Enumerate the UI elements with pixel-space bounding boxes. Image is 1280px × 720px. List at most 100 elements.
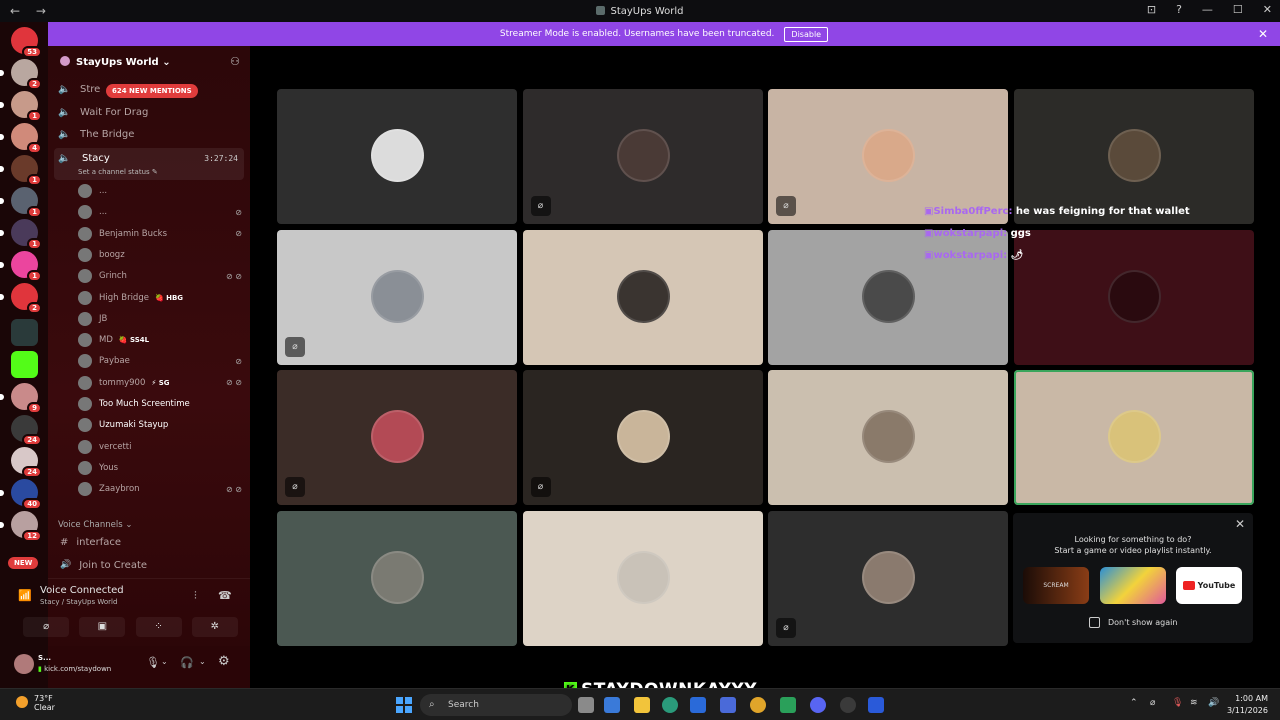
video-tile[interactable]: ⌀	[277, 370, 517, 505]
video-tile[interactable]	[1013, 229, 1254, 365]
volume-icon[interactable]: 🔊	[1208, 698, 1219, 708]
voice-user[interactable]: Yous	[78, 459, 248, 477]
app-icon[interactable]	[720, 697, 736, 713]
chevron-up-icon[interactable]: ⌃	[1130, 698, 1138, 708]
scream-activity-card[interactable]: SCREAM	[1023, 567, 1089, 604]
channel-item[interactable]: # interface	[60, 537, 121, 548]
task-view-icon[interactable]	[578, 697, 594, 713]
checkbox[interactable]	[1089, 617, 1100, 628]
video-tile[interactable]	[522, 229, 763, 365]
voice-user[interactable]: JB	[78, 310, 248, 328]
noise-suppression-icon[interactable]: ⫶	[194, 589, 197, 603]
app-icon[interactable]	[868, 697, 884, 713]
voice-user[interactable]: boogz	[78, 246, 248, 264]
screen-share-icon[interactable]: ▣	[79, 617, 126, 637]
wifi-icon[interactable]: ≋	[1190, 698, 1198, 708]
video-tile[interactable]: ⌀	[768, 510, 1008, 646]
soundboard-icon[interactable]: ✲	[191, 617, 238, 637]
youtube-activity-card[interactable]: YouTube	[1176, 567, 1242, 604]
server-icon[interactable]: 24	[11, 415, 42, 446]
video-tile[interactable]	[522, 510, 763, 646]
chevron-down-icon[interactable]: ⌄	[199, 657, 206, 666]
gear-icon[interactable]: ⚙	[218, 654, 230, 669]
file-explorer-icon[interactable]	[634, 697, 650, 713]
headphones-icon[interactable]: 🎧	[180, 656, 194, 669]
video-tile[interactable]	[1013, 89, 1254, 224]
windows-start-icon[interactable]	[396, 697, 412, 713]
server-icon[interactable]: 9	[11, 383, 42, 414]
microphone-icon[interactable]: 🎙	[146, 656, 160, 669]
minimize-button[interactable]: —	[1202, 3, 1213, 16]
voice-channels-header[interactable]: Voice Channels ⌄	[58, 520, 132, 530]
home-icon[interactable]: 53	[11, 27, 42, 58]
server-icon[interactable]: 1	[11, 155, 42, 186]
help-icon[interactable]: ?	[1176, 3, 1182, 16]
server-icon[interactable]: 24	[11, 447, 42, 478]
close-icon[interactable]: ✕	[1258, 27, 1268, 41]
close-button[interactable]: ✕	[1263, 3, 1272, 16]
voice-user[interactable]: High Bridge 🍓 HBG	[78, 289, 248, 307]
video-tile[interactable]	[277, 510, 517, 646]
voice-user[interactable]: ... ⊘	[78, 203, 248, 221]
channel-item[interactable]: 🔊 Join to Create	[60, 560, 147, 571]
chevron-down-icon[interactable]: ⌄	[161, 657, 168, 666]
store-icon[interactable]	[690, 697, 706, 713]
voice-user[interactable]: Grinch ⊘ ⊘	[78, 267, 248, 285]
server-icon[interactable]: 2	[11, 59, 42, 90]
disconnect-icon[interactable]: ☎	[218, 589, 232, 602]
microphone-icon[interactable]: 🎙	[1172, 698, 1183, 708]
video-tile[interactable]	[277, 89, 517, 224]
server-icon[interactable]: 1	[11, 187, 42, 218]
camera-off-icon[interactable]: ⌀	[23, 617, 70, 637]
clock[interactable]: 1:00 AM 3/11/2026	[1227, 693, 1268, 717]
video-tile[interactable]: ⌀	[277, 229, 517, 365]
video-tile[interactable]: ⌀	[768, 89, 1008, 224]
server-icon[interactable]: 2	[11, 283, 42, 314]
app-icon[interactable]	[840, 697, 856, 713]
active-voice-channel[interactable]: 🔈 Stacy 3:27:24 Set a channel status ✎	[54, 148, 244, 180]
voice-user[interactable]: Benjamin Bucks ⊘	[78, 225, 248, 243]
close-icon[interactable]: ✕	[1235, 517, 1245, 531]
chrome-icon[interactable]	[750, 697, 766, 713]
server-icon[interactable]	[11, 319, 38, 346]
channel-item[interactable]: 🔈 The Bridge	[58, 129, 134, 140]
video-tile[interactable]: ⌀	[522, 370, 763, 505]
discord-icon[interactable]	[810, 697, 826, 713]
voice-user[interactable]: ...	[78, 182, 248, 200]
new-badge[interactable]: NEW	[8, 557, 39, 569]
server-icon[interactable]: 1	[11, 219, 42, 250]
app-icon[interactable]	[604, 697, 620, 713]
channel-item[interactable]: 🔈 Stre	[58, 84, 100, 95]
voice-user[interactable]: Too Much Screentime	[78, 395, 248, 413]
voice-user[interactable]: vercetti	[78, 438, 248, 456]
activities-icon[interactable]: ⁘	[135, 617, 182, 637]
voice-user[interactable]: Uzumaki Stayup	[78, 416, 248, 434]
server-icon[interactable]: 1	[11, 251, 42, 282]
server-icon[interactable]: 40	[11, 479, 42, 510]
avatar[interactable]	[14, 654, 34, 674]
voice-channel-path[interactable]: Stacy / StayUps World	[40, 598, 124, 606]
new-mentions-badge[interactable]: 624 NEW MENTIONS	[106, 84, 198, 98]
voice-user[interactable]: Paybae ⊘	[78, 352, 248, 370]
add-member-icon[interactable]: ⚇	[230, 55, 240, 68]
server-name[interactable]: StayUps World ⌄	[60, 56, 171, 68]
channel-item[interactable]: 🔈 Wait For Drag	[58, 107, 148, 118]
server-icon[interactable]: 1	[11, 91, 42, 122]
video-tile[interactable]: ⌀	[522, 89, 763, 224]
network-icon[interactable]: ⌀	[1150, 698, 1155, 708]
channel-status[interactable]: Set a channel status ✎	[78, 168, 158, 176]
signal-icon[interactable]: 📶	[18, 589, 32, 602]
activity-card[interactable]	[1100, 567, 1166, 604]
server-icon[interactable]: 12	[11, 511, 42, 542]
app-icon[interactable]	[780, 697, 796, 713]
video-tile[interactable]	[768, 370, 1008, 505]
voice-user[interactable]: tommy900 ⚡ SG ⊘ ⊘	[78, 374, 248, 392]
video-tile[interactable]	[1013, 370, 1254, 505]
weather-widget[interactable]: 73°F Clear	[16, 694, 55, 712]
edge-icon[interactable]	[662, 697, 678, 713]
maximize-button[interactable]: ☐	[1233, 3, 1243, 16]
voice-user[interactable]: Zaaybron ⊘ ⊘	[78, 480, 248, 498]
voice-user[interactable]: MD 🍓 SS4L	[78, 331, 248, 349]
dont-show-again[interactable]: Don't show again	[1089, 617, 1177, 628]
disable-button[interactable]: Disable	[784, 26, 829, 42]
